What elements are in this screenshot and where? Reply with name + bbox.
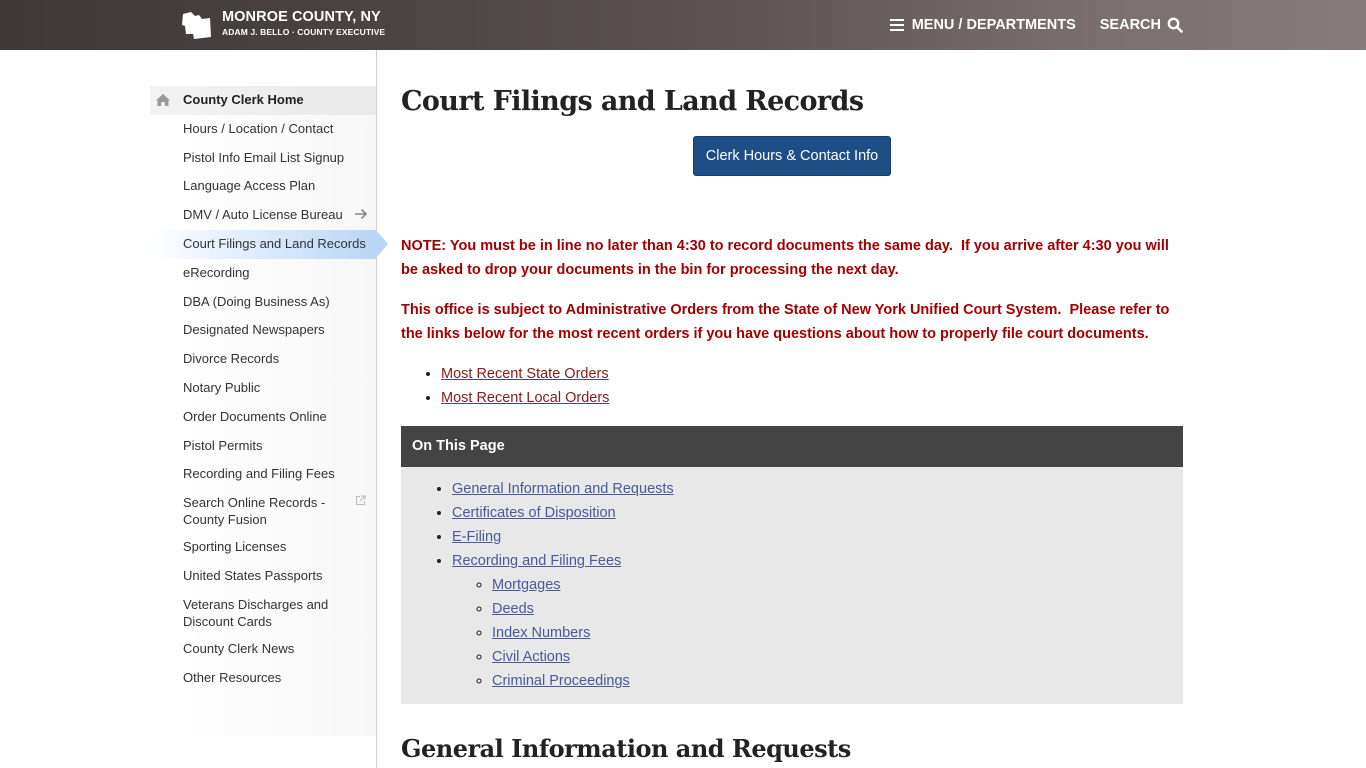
sidebar-item-notary-public[interactable]: Notary Public [150, 374, 376, 403]
sidebar-item-language-access-plan[interactable]: Language Access Plan [150, 172, 376, 201]
anchor-mortgages[interactable]: Mortgages [492, 577, 561, 593]
search-icon [1167, 17, 1183, 33]
site-header: MONROE COUNTY, NY ADAM J. BELLO · COUNTY… [0, 0, 1366, 50]
search-button[interactable]: SEARCH [1100, 17, 1183, 33]
menu-label: MENU / DEPARTMENTS [911, 17, 1076, 33]
hamburger-icon [889, 19, 904, 31]
sidebar-item-other-resources[interactable]: Other Resources [150, 664, 376, 693]
sidebar-item-passports[interactable]: United States Passports [150, 562, 376, 591]
list-item: Certificates of Disposition [452, 501, 1183, 525]
sidebar-item-designated-newspapers[interactable]: Designated Newspapers [150, 316, 376, 345]
note-admin-orders: This office is subject to Administrative… [401, 302, 1170, 342]
sidebar-item-dmv[interactable]: DMV / Auto License Bureau [150, 201, 376, 230]
fees-sublist: Mortgages Deeds Index Numbers Civil Acti… [452, 573, 1183, 693]
list-item: Mortgages [492, 573, 1183, 597]
anchor-index-numbers[interactable]: Index Numbers [492, 625, 590, 641]
list-item: Criminal Proceedings [492, 669, 1183, 693]
home-icon [156, 94, 170, 106]
list-item: Civil Actions [492, 645, 1183, 669]
sidebar-item-county-clerk-home[interactable]: County Clerk Home [150, 86, 376, 115]
sidebar-item-hours-location-contact[interactable]: Hours / Location / Contact [150, 115, 376, 144]
note-deadline: NOTE: You must be in line no later than … [401, 238, 1169, 278]
anchor-recording-filing-fees[interactable]: Recording and Filing Fees [452, 553, 621, 569]
sidebar-item-county-clerk-news[interactable]: County Clerk News [150, 635, 376, 664]
sidebar-item-erecording[interactable]: eRecording [150, 259, 376, 288]
sidebar-item-search-online-records[interactable]: Search Online Records - County Fusion [150, 489, 376, 533]
anchor-certificates-of-disposition[interactable]: Certificates of Disposition [452, 505, 616, 521]
sidebar-item-sporting-licenses[interactable]: Sporting Licenses [150, 533, 376, 562]
county-map-logo [182, 12, 211, 39]
sidebar-item-pistol-info-signup[interactable]: Pistol Info Email List Signup [150, 144, 376, 173]
external-link-icon [356, 495, 366, 506]
menu-departments-button[interactable]: MENU / DEPARTMENTS [889, 17, 1076, 33]
anchor-civil-actions[interactable]: Civil Actions [492, 649, 570, 665]
sidebar-item-veterans-discharges[interactable]: Veterans Discharges and Discount Cards [150, 591, 376, 635]
sidebar-item-pistol-permits[interactable]: Pistol Permits [150, 432, 376, 461]
anchor-criminal-proceedings[interactable]: Criminal Proceedings [492, 673, 630, 689]
search-label: SEARCH [1099, 17, 1161, 33]
section-title-general-information: General Information and Requests [401, 734, 851, 763]
state-orders-link[interactable]: Most Recent State Orders [441, 366, 609, 382]
list-item: Most Recent Local Orders [441, 386, 1183, 410]
arrow-right-icon [355, 209, 368, 220]
sidebar-item-dba[interactable]: DBA (Doing Business As) [150, 288, 376, 317]
list-item: Most Recent State Orders [441, 362, 1183, 386]
site-subtitle: ADAM J. BELLO · COUNTY EXECUTIVE [222, 27, 386, 37]
page-title: Court Filings and Land Records [401, 86, 864, 117]
orders-list: Most Recent State Orders Most Recent Loc… [441, 362, 1183, 410]
on-this-page-list: General Information and Requests Certifi… [401, 467, 1183, 704]
on-this-page-box: On This Page General Information and Req… [401, 426, 1183, 704]
anchor-general-information[interactable]: General Information and Requests [452, 481, 674, 497]
anchor-deeds[interactable]: Deeds [492, 601, 534, 617]
sidebar-item-recording-fees[interactable]: Recording and Filing Fees [150, 460, 376, 489]
list-item: Recording and Filing Fees Mortgages Deed… [452, 549, 1183, 693]
list-item: Index Numbers [492, 621, 1183, 645]
sidebar-item-order-documents[interactable]: Order Documents Online [150, 403, 376, 432]
site-title: MONROE COUNTY, NY [222, 9, 381, 25]
clerk-hours-contact-button[interactable]: Clerk Hours & Contact Info [692, 136, 892, 176]
anchor-e-filing[interactable]: E-Filing [452, 529, 501, 545]
list-item: Deeds [492, 597, 1183, 621]
sidebar-nav: County Clerk Home Hours / Location / Con… [0, 50, 388, 768]
main-content: Court Filings and Land Records Clerk Hou… [401, 50, 1183, 763]
on-this-page-heading: On This Page [401, 426, 1183, 467]
local-orders-link[interactable]: Most Recent Local Orders [441, 390, 609, 406]
sidebar-item-court-filings[interactable]: Court Filings and Land Records [150, 229, 388, 259]
list-item: E-Filing [452, 525, 1183, 549]
list-item: General Information and Requests [452, 477, 1183, 501]
sidebar-list: County Clerk Home Hours / Location / Con… [150, 86, 388, 693]
sidebar-item-divorce-records[interactable]: Divorce Records [150, 345, 376, 374]
site-brand[interactable]: MONROE COUNTY, NY ADAM J. BELLO · COUNTY… [182, 9, 385, 40]
